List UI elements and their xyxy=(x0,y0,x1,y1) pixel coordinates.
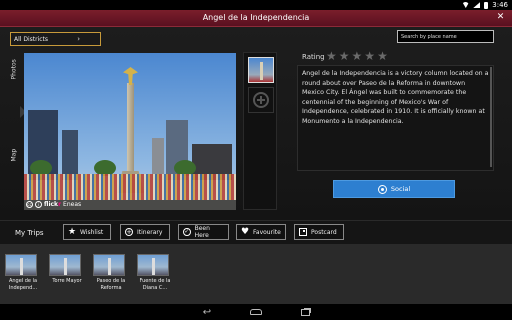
rating-stars[interactable]: ★ ★ ★ ★ ★ xyxy=(326,50,388,62)
postcard-label: Postcard xyxy=(311,228,337,236)
wishlist-button[interactable]: ★ Wishlist xyxy=(63,224,111,240)
status-time: 3:46 xyxy=(492,1,508,9)
list-item[interactable]: Angel de la Independ... xyxy=(5,254,41,291)
favourite-label: Favourite xyxy=(253,228,281,236)
signal-icon xyxy=(473,2,481,8)
battery-icon xyxy=(484,1,489,9)
search-input[interactable]: Search by place name xyxy=(397,30,494,43)
main-photo[interactable]: cc i flickr Eneas xyxy=(24,53,236,210)
plus-circle-icon: + xyxy=(125,228,133,236)
title-bar: Angel de la Independencia ✕ xyxy=(0,10,512,27)
nearby-places-strip: Angel de la Independ... Torre Mayor Pase… xyxy=(0,244,512,304)
add-photo-button[interactable] xyxy=(248,87,274,113)
been-here-button[interactable]: ✓ Been Here xyxy=(178,224,229,240)
photo-credit: cc i flickr Eneas xyxy=(26,201,81,208)
cc-license-icon: cc xyxy=(26,201,33,208)
rating-label: Rating xyxy=(302,53,325,61)
postcard-icon xyxy=(299,228,307,236)
wishlist-label: Wishlist xyxy=(80,228,104,236)
place-thumbnail xyxy=(49,254,81,276)
star-icon[interactable]: ★ xyxy=(352,50,363,62)
been-here-label: Been Here xyxy=(194,225,210,239)
place-thumbnail xyxy=(137,254,169,276)
favourite-button[interactable]: ♥ Favourite xyxy=(236,224,286,240)
photo-thumbnail-list xyxy=(243,52,277,210)
place-thumbnail xyxy=(93,254,125,276)
main-panel: All Districts › Search by place name Pho… xyxy=(0,27,512,220)
attribution-icon: i xyxy=(35,201,42,208)
my-trips-label: My Trips xyxy=(15,229,44,237)
district-label: All Districts xyxy=(14,36,49,43)
photo-credit-name: Eneas xyxy=(63,201,82,208)
place-label: Fuente de la Diana C... xyxy=(139,278,171,291)
flickr-logo: flickr xyxy=(44,201,62,208)
chevron-right-icon: › xyxy=(77,35,80,43)
my-trips-bar: My Trips ★ Wishlist + Itinerary ✓ Been H… xyxy=(0,220,512,244)
place-label: Angel de la Independ... xyxy=(8,278,38,291)
social-label: Social xyxy=(390,185,411,193)
side-tabs: Photos Map xyxy=(6,50,26,210)
tab-photos[interactable]: Photos xyxy=(6,59,22,98)
itinerary-label: Itinerary xyxy=(137,228,163,236)
navigation-bar: ↩ xyxy=(0,304,512,320)
add-icon xyxy=(253,92,269,108)
social-button[interactable]: Social xyxy=(333,180,455,198)
description-scrollbar[interactable] xyxy=(490,67,492,167)
tab-map[interactable]: Map xyxy=(6,149,22,180)
close-icon[interactable]: ✕ xyxy=(495,12,506,23)
list-item[interactable]: Fuente de la Diana C... xyxy=(137,254,173,291)
tab-map-label: Map xyxy=(10,148,18,162)
district-select[interactable]: All Districts › xyxy=(10,32,101,46)
place-label: Torre Mayor xyxy=(52,278,82,284)
list-item[interactable]: Paseo de la Reforma xyxy=(93,254,129,291)
place-label: Paseo de la Reforma xyxy=(96,278,126,291)
itinerary-button[interactable]: + Itinerary xyxy=(120,224,170,240)
wifi-icon xyxy=(462,2,470,8)
star-icon[interactable]: ★ xyxy=(339,50,350,62)
home-icon[interactable] xyxy=(248,306,264,318)
heart-icon: ♥ xyxy=(241,227,250,237)
check-circle-icon: ✓ xyxy=(183,228,191,236)
status-bar: 3:46 xyxy=(0,0,512,10)
tab-photos-label: Photos xyxy=(10,59,18,80)
window-title: Angel de la Independencia xyxy=(202,13,310,22)
postcard-button[interactable]: Postcard xyxy=(294,224,344,240)
star-icon: ★ xyxy=(68,227,77,237)
recent-apps-icon[interactable] xyxy=(297,306,313,318)
back-icon[interactable]: ↩ xyxy=(199,306,215,318)
social-icon xyxy=(377,184,387,194)
star-icon[interactable]: ★ xyxy=(364,50,375,62)
star-icon[interactable]: ★ xyxy=(377,50,388,62)
star-icon[interactable]: ★ xyxy=(326,50,337,62)
list-item[interactable]: Torre Mayor xyxy=(49,254,85,285)
place-thumbnail xyxy=(5,254,37,276)
place-description[interactable]: Angel de la Independencia is a victory c… xyxy=(297,65,494,171)
photo-thumbnail[interactable] xyxy=(248,57,274,83)
